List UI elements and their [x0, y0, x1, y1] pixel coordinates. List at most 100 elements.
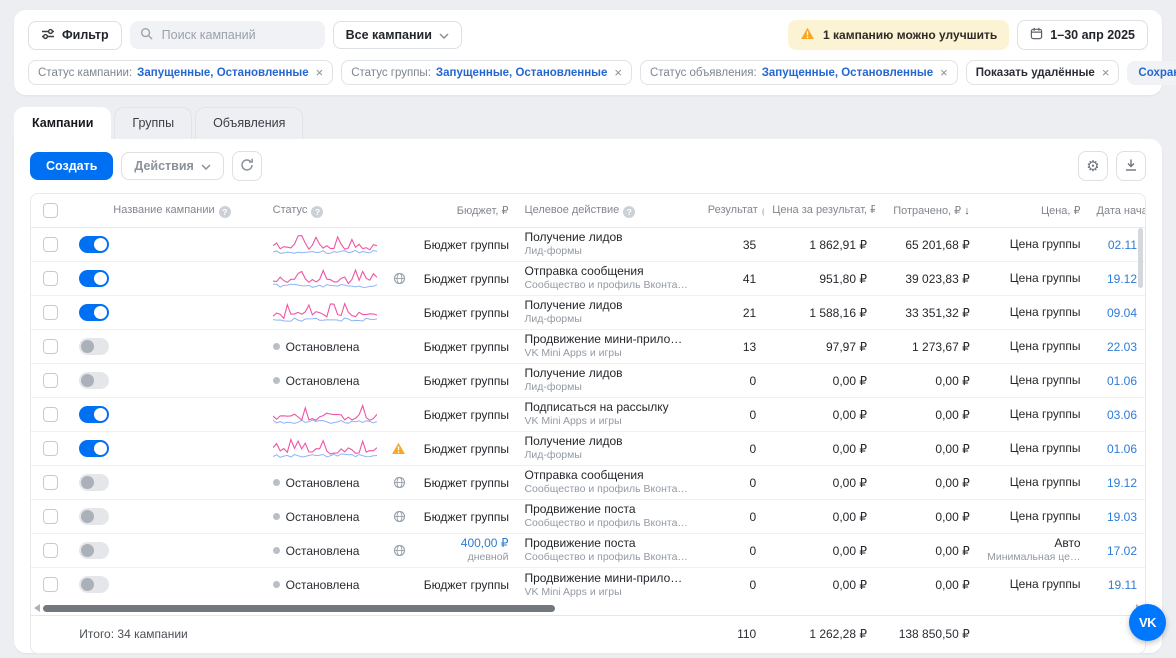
scrollbar-thumb[interactable]: [43, 605, 555, 612]
chip-value: Запущенные, Остановленные: [137, 67, 308, 79]
chip-remove-icon[interactable]: ×: [316, 66, 324, 79]
start-date-link[interactable]: 22.03: [1107, 340, 1137, 354]
start-date-link[interactable]: 09.04: [1107, 306, 1137, 320]
row-checkbox[interactable]: [43, 577, 58, 592]
column-header-cpr[interactable]: Цена за результат, ₽?: [764, 194, 875, 228]
campaign-scope-dropdown[interactable]: Все кампании: [333, 21, 462, 49]
result-value: 0: [700, 568, 764, 602]
start-date-link[interactable]: 17.02: [1107, 544, 1137, 558]
price-subtitle: Минимальная це…: [987, 551, 1080, 564]
start-date-link[interactable]: 19.11: [1108, 578, 1137, 592]
row-checkbox[interactable]: [43, 373, 58, 388]
campaign-toggle[interactable]: [79, 338, 109, 355]
row-checkbox[interactable]: [43, 475, 58, 490]
column-header-status[interactable]: Статус?: [265, 194, 416, 228]
search-input[interactable]: [160, 27, 315, 43]
select-all-checkbox[interactable]: [43, 203, 58, 218]
table-settings-button[interactable]: ⚙: [1078, 151, 1108, 181]
column-header-budget[interactable]: Бюджет, ₽: [416, 194, 517, 228]
row-checkbox[interactable]: [43, 509, 58, 524]
campaign-toggle[interactable]: [79, 270, 109, 287]
campaign-toggle[interactable]: [79, 576, 109, 593]
row-checkbox[interactable]: [43, 339, 58, 354]
search-box[interactable]: [130, 21, 325, 49]
tab-groups[interactable]: Группы: [114, 107, 192, 139]
table-row[interactable]: ОстановленаБюджет группыПродвижение мини…: [31, 568, 1145, 602]
row-checkbox[interactable]: [43, 271, 58, 286]
help-icon[interactable]: ?: [311, 206, 323, 218]
campaign-toggle[interactable]: [79, 236, 109, 253]
table-row[interactable]: Остановлена400,00 ₽дневнойПродвижение по…: [31, 534, 1145, 568]
refresh-button[interactable]: [232, 151, 262, 181]
column-header-result[interactable]: Результат?: [700, 194, 764, 228]
chip-value: Показать удалённые: [976, 67, 1095, 79]
column-header-date[interactable]: Дата нача: [1089, 194, 1145, 228]
table-row[interactable]: ОстановленаБюджет группыПродвижение мини…: [31, 330, 1145, 364]
start-date-link[interactable]: 02.11: [1108, 238, 1137, 252]
column-header-check: [31, 194, 71, 228]
row-checkbox[interactable]: [43, 305, 58, 320]
column-header-name[interactable]: Название кампании?: [71, 194, 264, 228]
table-row[interactable]: ОстановленаБюджет группыПродвижение пост…: [31, 500, 1145, 534]
column-header-action[interactable]: Целевое действие?: [516, 194, 699, 228]
tab-campaigns[interactable]: Кампании: [14, 107, 111, 139]
tab-ads[interactable]: Объявления: [195, 107, 303, 139]
campaign-toggle[interactable]: [79, 508, 109, 525]
table-row[interactable]: ОстановленаБюджет группыПолучение лидовЛ…: [31, 364, 1145, 398]
budget-amount[interactable]: 400,00 ₽: [461, 536, 509, 551]
status-cell: Остановлена: [273, 476, 408, 490]
export-button[interactable]: [1116, 151, 1146, 181]
column-header-price[interactable]: Цена, ₽: [978, 194, 1089, 228]
warning-icon: [391, 442, 408, 455]
vertical-scrollbar-thumb[interactable]: [1138, 228, 1143, 288]
start-date-link[interactable]: 19.03: [1107, 510, 1137, 524]
cost-per-result-value: 0,00 ₽: [764, 500, 875, 534]
scrollbar-track[interactable]: [43, 604, 1133, 613]
chip-remove-icon[interactable]: ×: [940, 66, 948, 79]
campaign-toggle[interactable]: [79, 474, 109, 491]
campaign-toggle[interactable]: [79, 304, 109, 321]
scroll-left-icon[interactable]: [34, 604, 40, 612]
filter-button[interactable]: Фильтр: [28, 21, 122, 50]
table-row[interactable]: Бюджет группыПолучение лидовЛид-формы00,…: [31, 432, 1145, 466]
help-icon[interactable]: ?: [762, 206, 764, 218]
action-title: Продвижение мини-прило…: [524, 332, 691, 347]
table-row[interactable]: ОстановленаБюджет группыОтправка сообщен…: [31, 466, 1145, 500]
filter-chip[interactable]: Статус группы:Запущенные, Остановленные×: [341, 60, 632, 85]
chip-remove-icon[interactable]: ×: [614, 66, 622, 79]
chip-remove-icon[interactable]: ×: [1102, 66, 1110, 79]
column-header-label: Цена, ₽: [1041, 205, 1081, 217]
help-icon[interactable]: ?: [219, 206, 231, 218]
date-range-button[interactable]: 1–30 апр 2025: [1017, 20, 1148, 50]
filter-chip[interactable]: Статус кампании:Запущенные, Остановленны…: [28, 60, 333, 85]
cost-per-result-value: 0,00 ₽: [764, 534, 875, 568]
table-row[interactable]: Бюджет группыОтправка сообщенияСообществ…: [31, 262, 1145, 296]
start-date-link[interactable]: 19.12: [1107, 272, 1137, 286]
filter-chip[interactable]: Показать удалённые ×: [966, 60, 1120, 85]
row-checkbox[interactable]: [43, 237, 58, 252]
start-date-link[interactable]: 03.06: [1107, 408, 1137, 422]
vk-support-button[interactable]: VK: [1129, 604, 1166, 641]
help-icon[interactable]: ?: [623, 206, 635, 218]
campaign-toggle[interactable]: [79, 372, 109, 389]
start-date-link[interactable]: 19.12: [1107, 476, 1137, 490]
row-checkbox[interactable]: [43, 543, 58, 558]
start-date-link[interactable]: 01.06: [1107, 442, 1137, 456]
row-checkbox[interactable]: [43, 407, 58, 422]
table-row[interactable]: Бюджет группыПодписаться на рассылкуVK M…: [31, 398, 1145, 432]
actions-dropdown[interactable]: Действия: [121, 152, 223, 180]
table-row[interactable]: Бюджет группыПолучение лидовЛид-формы351…: [31, 228, 1145, 262]
campaign-toggle[interactable]: [79, 542, 109, 559]
save-filters-button[interactable]: Сохранить: [1127, 61, 1176, 85]
horizontal-scrollbar[interactable]: [31, 602, 1145, 615]
column-header-spent[interactable]: Потрачено, ₽ ↓: [875, 194, 978, 228]
filter-chip[interactable]: Статус объявления:Запущенные, Остановлен…: [640, 60, 958, 85]
start-date-link[interactable]: 01.06: [1107, 374, 1137, 388]
status-cell: Остановлена: [273, 374, 408, 388]
campaign-toggle[interactable]: [79, 440, 109, 457]
table-row[interactable]: Бюджет группыПолучение лидовЛид-формы211…: [31, 296, 1145, 330]
improve-recommendation-badge[interactable]: 1 кампанию можно улучшить: [788, 20, 1009, 50]
campaign-toggle[interactable]: [79, 406, 109, 423]
row-checkbox[interactable]: [43, 441, 58, 456]
create-button[interactable]: Создать: [30, 152, 113, 180]
